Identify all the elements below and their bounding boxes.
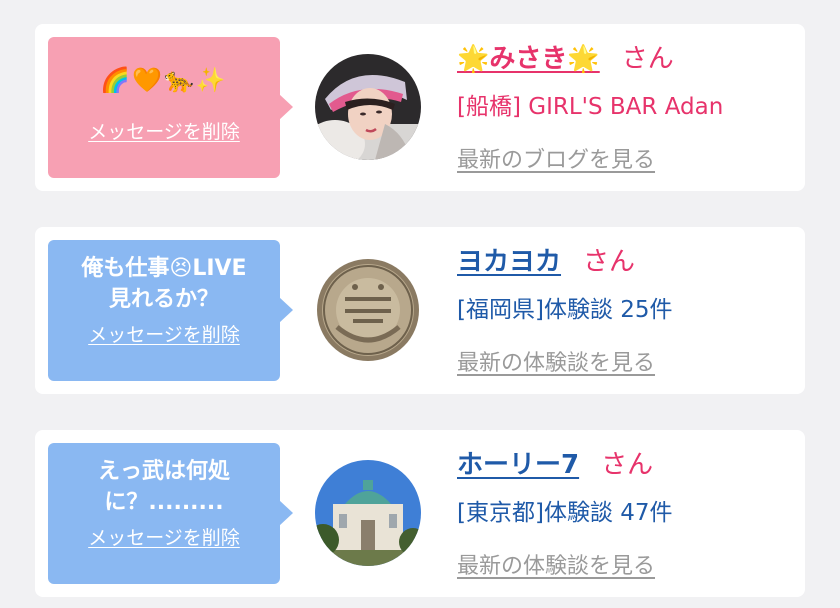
delete-message-link[interactable]: メッセージを削除: [48, 523, 280, 550]
message-card: 🌈🧡🐆✨ メッセージを削除 🌟みさき🌟 さん [船橋] GIRL'S BAR Ad…: [35, 24, 805, 191]
message-bubble: 🌈🧡🐆✨ メッセージを削除: [48, 37, 293, 178]
user-name-link[interactable]: ホーリー7: [457, 450, 579, 480]
message-text: 俺も仕事😣LIVE 見れるか？: [81, 256, 247, 312]
latest-review-link[interactable]: 最新の体験談を見る: [457, 548, 655, 580]
message-text: えっ武は何処 に？.........: [97, 459, 230, 515]
honorific: さん: [621, 44, 674, 74]
user-shop: [船橋] GIRL'S BAR Adan: [457, 94, 724, 120]
user-name-link[interactable]: 🌟みさき🌟: [457, 44, 600, 74]
message-bubble: えっ武は何処 に？......... メッセージを削除: [48, 443, 293, 584]
honorific: さん: [601, 450, 654, 480]
user-info: 🌟みさき🌟 さん [船橋] GIRL'S BAR Adan 最新のブログを見る: [457, 24, 795, 191]
name-line: ホーリー7 さん: [457, 444, 653, 481]
delete-message-link[interactable]: メッセージを削除: [48, 117, 280, 144]
message-card: 俺も仕事😣LIVE 見れるか？ メッセージを削除 ヨカヨカ さん [福岡県]体験談…: [35, 227, 805, 394]
delete-message-link[interactable]: メッセージを削除: [48, 320, 280, 347]
gold-medal-photo-icon: [315, 257, 421, 363]
building-photo-icon: [315, 460, 421, 566]
user-name-link[interactable]: ヨカヨカ: [457, 247, 561, 277]
user-info: ヨカヨカ さん [福岡県]体験談 25件 最新の体験談を見る: [457, 227, 795, 394]
user-reviews: [福岡県]体験談 25件: [457, 297, 673, 323]
avatar[interactable]: [315, 460, 421, 566]
avatar[interactable]: [315, 54, 421, 160]
name-line: ヨカヨカ さん: [457, 241, 635, 278]
user-reviews: [東京都]体験談 47件: [457, 500, 673, 526]
message-card: えっ武は何処 に？......... メッセージを削除 ホーリー7 さん [東京都…: [35, 430, 805, 597]
honorific: さん: [583, 247, 636, 277]
avatar[interactable]: [315, 257, 421, 363]
latest-review-link[interactable]: 最新の体験談を見る: [457, 345, 655, 377]
message-text: 🌈🧡🐆✨: [100, 66, 228, 94]
message-bubble: 俺も仕事😣LIVE 見れるか？ メッセージを削除: [48, 240, 293, 381]
name-line: 🌟みさき🌟 さん: [457, 38, 674, 75]
user-info: ホーリー7 さん [東京都]体験談 47件 最新の体験談を見る: [457, 430, 795, 597]
woman-portrait-photo-icon: [315, 54, 421, 160]
latest-blog-link[interactable]: 最新のブログを見る: [457, 142, 655, 174]
